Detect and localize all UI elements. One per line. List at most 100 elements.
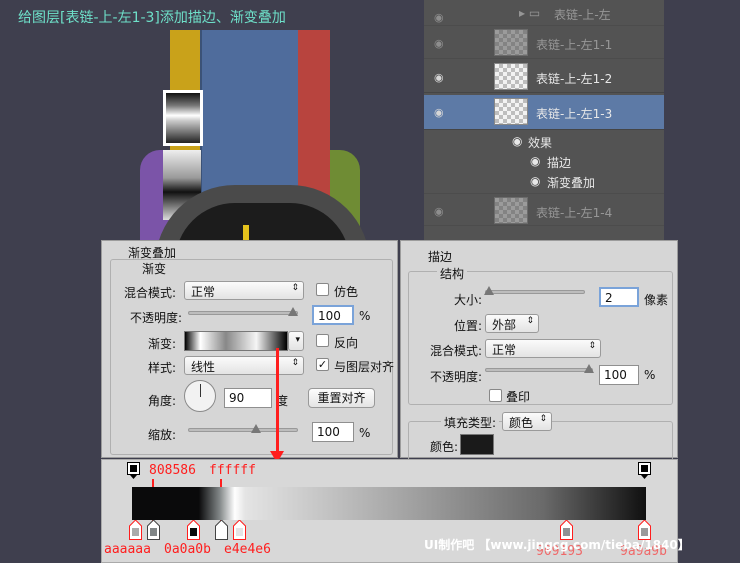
layer-row-selected[interactable]: ◉ 表链-上-左1-3	[424, 95, 664, 130]
updown-icon: ⇕	[291, 358, 299, 368]
overprint-label: 叠印	[506, 390, 531, 404]
effect-gradient-label: 渐变叠加	[547, 176, 596, 190]
group-title: 渐变	[139, 260, 170, 277]
layer-name: 表链-上-左1-1	[536, 38, 613, 52]
eye-icon[interactable]: ◉	[530, 154, 540, 168]
layer-thumbnail	[494, 197, 528, 224]
watermark: UI制作吧 【www.jingcg.com/tieba/1840】	[424, 538, 690, 552]
opacity-slider[interactable]	[188, 307, 298, 316]
angle-input[interactable]: 90	[224, 388, 272, 408]
percent-label: %	[359, 426, 371, 440]
slider-knob[interactable]	[251, 424, 261, 433]
gradient-bar[interactable]	[132, 487, 646, 520]
color-stop-icon[interactable]	[129, 520, 142, 540]
color-stop-icon[interactable]	[187, 520, 200, 540]
layer-thumbnail	[494, 29, 528, 56]
color-label: 颜色:	[430, 440, 459, 454]
style-value: 线性	[191, 360, 216, 374]
effect-row[interactable]: ◉ 渐变叠加	[424, 172, 664, 192]
blend-mode-value: 正常	[191, 285, 216, 299]
reverse-label: 反向	[334, 336, 359, 350]
opacity-input[interactable]: 100	[599, 365, 639, 385]
fill-type-value: 颜色	[509, 416, 534, 430]
angle-dial-needle	[200, 384, 201, 397]
style-select[interactable]: 线性 ⇕	[184, 356, 304, 375]
scale-input[interactable]: 100	[312, 422, 354, 442]
opacity-slider[interactable]	[485, 364, 594, 373]
fill-type-label: 填充类型:	[441, 414, 500, 431]
color-stop-icon[interactable]	[147, 520, 160, 540]
color-swatch[interactable]	[460, 434, 494, 455]
align-checkbox[interactable]: ✓	[316, 358, 329, 371]
layer-row[interactable]: ◉ 表链-上-左1-4	[424, 193, 664, 226]
opacity-input[interactable]: 100	[312, 305, 354, 325]
effects-row[interactable]: ◉ 效果	[424, 132, 664, 152]
slider-knob[interactable]	[484, 286, 494, 295]
gradient-swatch[interactable]	[184, 331, 288, 351]
color-stop-icon[interactable]	[233, 520, 246, 540]
annotation-0a0a0b: 0a0a0b	[164, 542, 211, 557]
eye-icon[interactable]: ◉	[434, 205, 444, 218]
position-label: 位置:	[454, 319, 483, 333]
annotation-808586: 808586	[149, 463, 196, 478]
blend-mode-select[interactable]: 正常 ⇕	[184, 281, 304, 300]
annotation-e4e4e6: e4e4e6	[224, 542, 271, 557]
align-label: 与图层对齐	[334, 360, 395, 374]
annotation-aaaaaa: aaaaaa	[104, 542, 151, 557]
eye-icon[interactable]: ◉	[512, 134, 522, 148]
gradient-dropdown[interactable]: ▾	[288, 331, 304, 351]
slider-knob[interactable]	[288, 307, 298, 316]
page-title: 给图层[表链-上-左1-3]添加描边、渐变叠加	[18, 10, 286, 26]
angle-label: 角度:	[148, 394, 177, 408]
blend-mode-select[interactable]: 正常 ⇕	[485, 339, 601, 358]
folder-icon: ▸ ▭	[519, 6, 541, 20]
opacity-stop-icon[interactable]	[638, 462, 651, 480]
percent-label: %	[359, 309, 371, 323]
blend-mode-label: 混合模式:	[430, 344, 483, 358]
opacity-stop-icon[interactable]	[127, 462, 140, 480]
effect-row[interactable]: ◉ 描边	[424, 152, 664, 172]
eye-icon[interactable]: ◉	[434, 11, 444, 24]
dither-label: 仿色	[334, 285, 359, 299]
size-input[interactable]: 2	[599, 287, 639, 307]
layer-group-name: 表链-上-左	[554, 8, 611, 22]
slider-knob[interactable]	[584, 364, 594, 373]
fill-type-select[interactable]: 颜色 ⇕	[502, 412, 552, 431]
annotation-ffffff: ffffff	[209, 463, 256, 478]
layer-thumbnail	[494, 63, 528, 90]
eye-icon[interactable]: ◉	[434, 106, 444, 119]
reverse-checkbox[interactable]	[316, 334, 329, 347]
arrow-shaft	[276, 348, 279, 456]
blend-mode-label: 混合模式:	[124, 286, 177, 300]
eye-icon[interactable]: ◉	[530, 174, 540, 188]
layer-group-row[interactable]: ◉ ▸ ▭ 表链-上-左	[424, 0, 664, 26]
layer-name: 表链-上-左1-2	[536, 72, 613, 86]
layer-row[interactable]: ◉ 表链-上-左1-1	[424, 26, 664, 59]
updown-icon: ⇕	[588, 341, 596, 351]
layers-panel: ◉ ▸ ▭ 表链-上-左 ◉ 表链-上-左1-1 ◉ 表链-上-左1-2 ◉ 表…	[424, 0, 664, 240]
color-stop-icon[interactable]	[215, 520, 228, 540]
dither-checkbox[interactable]	[316, 283, 329, 296]
size-unit: 像素	[644, 293, 669, 307]
angle-dial[interactable]	[184, 380, 216, 412]
eye-icon[interactable]: ◉	[434, 71, 444, 84]
layer-row[interactable]: ◉ 表链-上-左1-2	[424, 60, 664, 93]
style-label: 样式:	[148, 361, 177, 375]
stroke-panel: 描边 结构 大小: 2 像素 位置: 外部 ⇕ 混合模式: 正常 ⇕ 不透明度: 1…	[400, 240, 678, 461]
highlight-link	[163, 90, 203, 146]
opacity-label: 不透明度:	[130, 311, 183, 325]
size-label: 大小:	[454, 293, 483, 307]
scale-slider[interactable]	[188, 424, 298, 433]
position-select[interactable]: 外部 ⇕	[485, 314, 539, 333]
reset-align-button[interactable]: 重置对齐	[308, 388, 375, 408]
updown-icon: ⇕	[291, 283, 299, 293]
eye-icon[interactable]: ◉	[434, 37, 444, 50]
strap-blue	[200, 30, 300, 200]
size-slider[interactable]	[484, 286, 585, 295]
layer-name: 表链-上-左1-4	[536, 206, 613, 220]
effect-stroke-label: 描边	[547, 156, 572, 170]
gradient-overlay-panel: 渐变叠加 渐变 混合模式: 正常 ⇕ 仿色 不透明度: 100 % 渐变: ▾ 反…	[101, 240, 398, 458]
updown-icon: ⇕	[539, 414, 547, 424]
scale-label: 缩放:	[148, 428, 177, 442]
overprint-checkbox[interactable]	[489, 389, 502, 402]
